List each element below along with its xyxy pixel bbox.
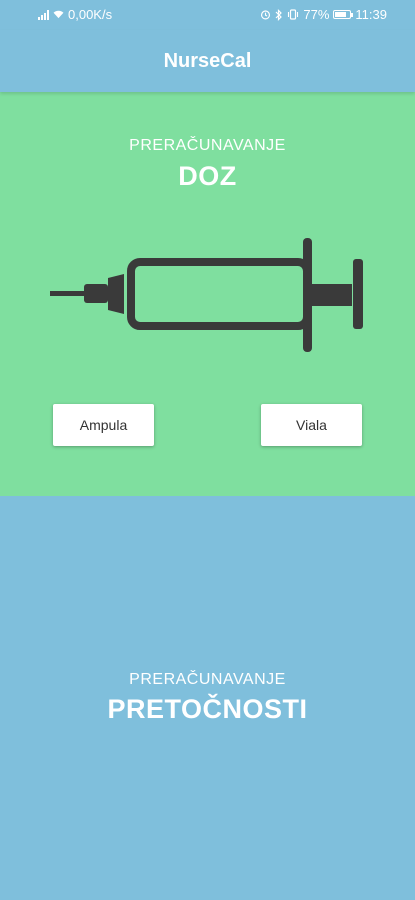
status-bar: 0,00K/s 77% 11:39 [0, 0, 415, 30]
battery-percent: 77% [303, 7, 330, 22]
doz-section[interactable]: PRERAČUNAVANJE DOZ Ampula Viala [0, 92, 415, 496]
clock: 11:39 [355, 7, 387, 22]
pretocnost-subtitle: PRERAČUNAVANJE [129, 671, 286, 688]
status-left: 0,00K/s [38, 7, 112, 22]
doz-subtitle: PRERAČUNAVANJE [129, 137, 286, 154]
app-title: NurseCal [163, 49, 252, 72]
bluetooth-icon [275, 8, 283, 21]
viala-button[interactable]: Viala [261, 404, 362, 446]
network-speed: 0,00K/s [68, 7, 113, 22]
app-bar: NurseCal [0, 30, 415, 92]
wifi-icon [53, 10, 64, 19]
battery-icon [333, 10, 354, 19]
status-right: 77% 11:39 [260, 7, 387, 22]
pretocnost-section[interactable]: PRERAČUNAVANJE PRETOČNOSTI [0, 496, 415, 900]
alarm-icon [261, 10, 271, 20]
ampula-button[interactable]: Ampula [53, 404, 154, 446]
syringe-icon [50, 238, 363, 352]
signal-icon [38, 9, 49, 20]
doz-title: DOZ [178, 161, 237, 191]
vibrate-icon [288, 9, 299, 20]
pretocnost-title: PRETOČNOSTI [107, 694, 308, 724]
